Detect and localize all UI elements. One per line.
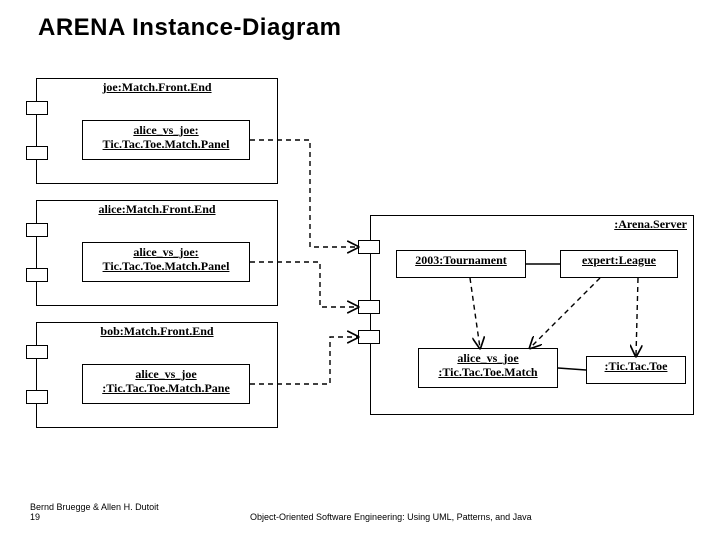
port (358, 240, 380, 254)
panel-joe: alice_vs_joe:Tic.Tac.Toe.Match.Panel (82, 120, 250, 160)
footer-book: Object-Oriented Software Engineering: Us… (250, 512, 532, 522)
port (358, 300, 380, 314)
port (26, 390, 48, 404)
panel-alice-label: alice_vs_joe:Tic.Tac.Toe.Match.Panel (83, 246, 249, 274)
footer-authors: Bernd Bruegge & Allen H. Dutoit19 (30, 502, 159, 522)
port (26, 101, 48, 115)
panel-bob: alice_vs_joe:Tic.Tac.Toe.Match.Pane (82, 364, 250, 404)
panel-alice: alice_vs_joe:Tic.Tac.Toe.Match.Panel (82, 242, 250, 282)
label-arena-server: :Arena.Server (614, 218, 693, 232)
port (358, 330, 380, 344)
label-joe-frontend: joe:Match.Front.End (37, 81, 277, 95)
port (26, 223, 48, 237)
panel-bob-label: alice_vs_joe:Tic.Tac.Toe.Match.Pane (83, 368, 249, 396)
port (26, 268, 48, 282)
port (26, 146, 48, 160)
port (26, 345, 48, 359)
label-alice-frontend: alice:Match.Front.End (37, 203, 277, 217)
label-bob-frontend: bob:Match.Front.End (37, 325, 277, 339)
panel-joe-label: alice_vs_joe:Tic.Tac.Toe.Match.Panel (83, 124, 249, 152)
page-title: ARENA Instance-Diagram (38, 14, 342, 42)
instance-ttt: :Tic.Tac.Toe (586, 356, 686, 384)
instance-match: alice_vs_joe:Tic.Tac.Toe.Match (418, 348, 558, 388)
instance-tournament: 2003:Tournament (396, 250, 526, 278)
instance-league: expert:League (560, 250, 678, 278)
